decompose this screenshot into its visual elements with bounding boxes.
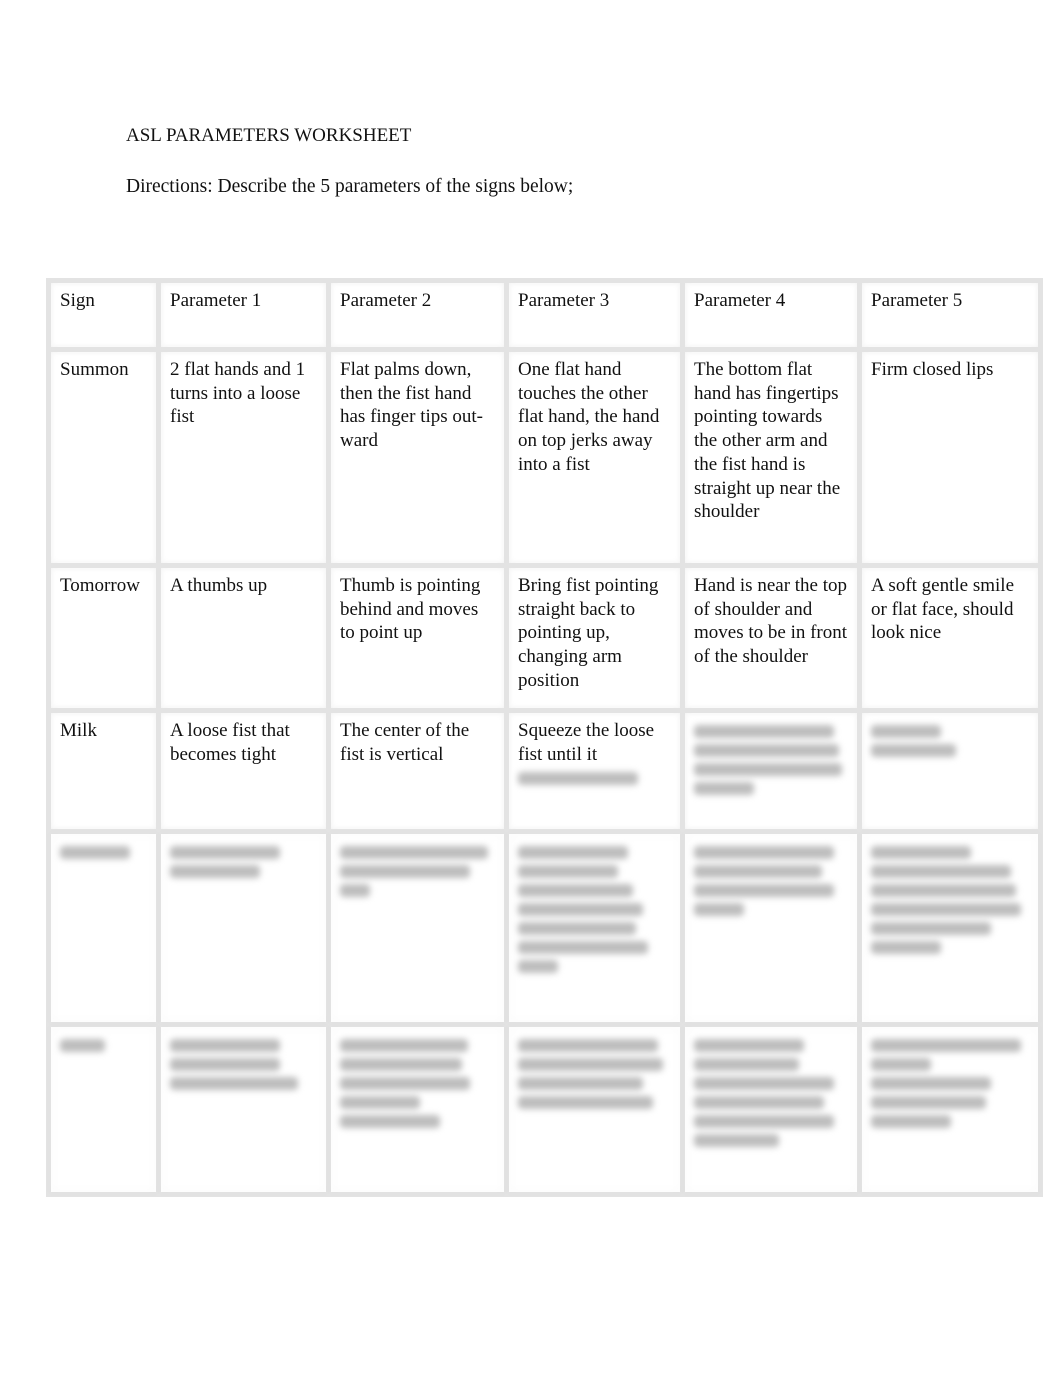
header-cell-sign: Sign — [46, 278, 161, 352]
redacted-text — [694, 763, 842, 776]
redacted-cell — [46, 1022, 161, 1197]
redacted-table-row — [46, 1022, 1043, 1197]
parameter-cell: A thumbs up — [156, 563, 331, 713]
redacted-cell — [680, 1022, 862, 1197]
header-cell-parameter-3: Parameter 3 — [504, 278, 685, 352]
header-cell-parameter-2: Parameter 2 — [326, 278, 509, 352]
parameters-table: Sign Parameter 1 Parameter 2 Parameter 3… — [46, 278, 1043, 1197]
redacted-text — [694, 725, 834, 738]
sign-cell: Tomorrow — [46, 563, 161, 713]
redacted-cell — [46, 829, 161, 1027]
parameter-cell: One flat hand touches the other flat han… — [504, 347, 685, 568]
redacted-table-row — [46, 829, 1043, 1027]
parameter-cell: Bring fist pointing straight back to poi… — [504, 563, 685, 713]
table-row: Tomorrow A thumbs up Thumb is pointing b… — [46, 563, 1043, 713]
header-cell-parameter-4: Parameter 4 — [680, 278, 862, 352]
redacted-text — [694, 744, 839, 757]
parameter-cell: Thumb is pointing behind and moves to po… — [326, 563, 509, 713]
directions-text: Directions: Describe the 5 parameters of… — [126, 176, 574, 197]
sign-cell: Milk — [46, 708, 161, 834]
redacted-cell — [680, 829, 862, 1027]
parameter-cell: A soft gentle smile or flat face, should… — [857, 563, 1043, 713]
redacted-text — [871, 744, 956, 757]
parameter-cell: The bottom flat hand has fingertips poin… — [680, 347, 862, 568]
redacted-cell — [857, 708, 1043, 834]
redacted-cell — [326, 829, 509, 1027]
header-cell-parameter-1: Parameter 1 — [156, 278, 331, 352]
parameter-cell: Squeeze the loose fist until it — [504, 708, 685, 834]
redacted-text — [518, 772, 638, 786]
table-row: Summon 2 flat hands and 1 turns into a l… — [46, 347, 1043, 568]
redacted-cell — [857, 1022, 1043, 1197]
redacted-cell — [857, 829, 1043, 1027]
table-header-row: Sign Parameter 1 Parameter 2 Parameter 3… — [46, 278, 1043, 352]
header-cell-parameter-5: Parameter 5 — [857, 278, 1043, 352]
sign-cell: Summon — [46, 347, 161, 568]
redacted-cell — [504, 1022, 685, 1197]
redacted-cell — [680, 708, 862, 834]
redacted-cell — [326, 1022, 509, 1197]
redacted-text — [871, 725, 941, 738]
parameter-cell: 2 flat hands and 1 turns into a loose fi… — [156, 347, 331, 568]
redacted-cell — [504, 829, 685, 1027]
parameter-cell: Hand is near the top of shoulder and mov… — [680, 563, 862, 713]
redacted-text — [694, 782, 754, 795]
parameter-cell: Firm closed lips — [857, 347, 1043, 568]
parameter-text: Squeeze the loose fist until it — [518, 720, 655, 765]
parameter-cell: Flat palms down, then the fist hand has … — [326, 347, 509, 568]
worksheet-title: ASL PARAMETERS WORKSHEET — [126, 125, 412, 146]
redacted-cell — [156, 829, 331, 1027]
redacted-cell — [156, 1022, 331, 1197]
parameter-cell: A loose fist that becomes tight — [156, 708, 331, 834]
table-row: Milk A loose fist that becomes tight The… — [46, 708, 1043, 834]
parameter-cell: The center of the fist is vertical — [326, 708, 509, 834]
